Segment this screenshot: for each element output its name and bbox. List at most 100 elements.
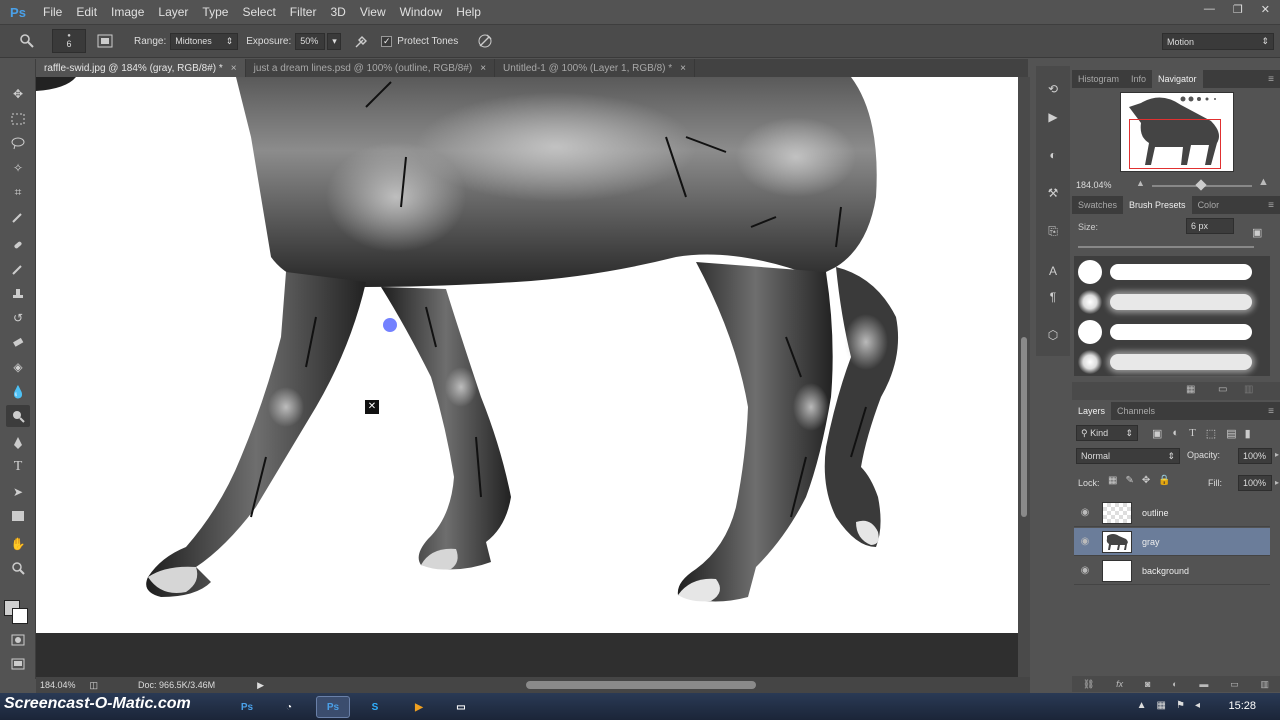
chevron-right-icon[interactable]: ▸ (1275, 478, 1279, 487)
menu-type[interactable]: Type (195, 5, 235, 19)
layer-row-background[interactable]: ◉ background (1074, 557, 1270, 585)
shape-filter-icon[interactable]: ⬚ (1206, 427, 1216, 440)
link-layers-icon[interactable]: ⛓ (1083, 679, 1094, 690)
clone-stamp-tool-icon[interactable] (6, 283, 30, 305)
menu-select[interactable]: Select (235, 5, 282, 19)
filter-toggle-icon[interactable]: ▮ (1245, 427, 1251, 440)
skype-taskbar-icon[interactable]: S (358, 696, 392, 718)
brush-preset-item[interactable] (1076, 348, 1266, 376)
horizontal-scroll-thumb[interactable] (526, 681, 756, 689)
menu-view[interactable]: View (353, 5, 393, 19)
browser-taskbar-icon[interactable]: ◔ (272, 696, 306, 718)
tab-just-a-dream-lines[interactable]: just a dream lines.psd @ 100% (outline, … (246, 59, 496, 77)
menu-layer[interactable]: Layer (151, 5, 195, 19)
status-menu-arrow-icon[interactable]: ▶ (257, 680, 264, 691)
panel-menu-icon[interactable]: ≡ (1268, 74, 1274, 85)
close-icon[interactable]: × (480, 63, 486, 74)
tray-network-icon[interactable]: ▦ (1157, 700, 1166, 711)
zoom-out-icon[interactable]: ▲ (1136, 178, 1145, 188)
tray-flag-icon[interactable]: ⚑ (1176, 700, 1185, 711)
tab-color[interactable]: Color (1192, 196, 1226, 214)
blur-tool-icon[interactable]: 💧 (6, 381, 30, 403)
tablet-pressure-icon[interactable] (474, 30, 496, 52)
blend-mode-select[interactable]: Normal ⇕ (1076, 448, 1180, 464)
delete-layer-icon[interactable]: ▥ (1261, 679, 1270, 690)
eye-icon[interactable]: ◉ (1074, 536, 1096, 547)
exposure-dropdown[interactable]: ▾ (327, 32, 342, 50)
tab-info[interactable]: Info (1125, 70, 1152, 88)
navigator-view-box[interactable] (1129, 119, 1221, 169)
tab-histogram[interactable]: Histogram (1072, 70, 1125, 88)
eraser-tool-icon[interactable] (6, 332, 30, 354)
restore-button[interactable]: ❐ (1233, 3, 1243, 16)
document-canvas[interactable]: ✕ (36, 77, 1018, 633)
quick-select-tool-icon[interactable]: ✧ (6, 157, 30, 179)
pen-tool-icon[interactable] (6, 432, 30, 454)
3d-panel-icon[interactable]: ⬡ (1044, 326, 1062, 344)
tray-arrow-icon[interactable]: ▲ (1137, 700, 1147, 711)
crop-tool-icon[interactable]: ⌗ (6, 181, 30, 203)
photoshop-taskbar-icon[interactable]: Ps (230, 696, 264, 718)
close-icon[interactable]: × (231, 63, 237, 74)
clock[interactable]: 15:28 (1228, 700, 1256, 712)
tab-untitled-1[interactable]: Untitled-1 @ 100% (Layer 1, RGB/8) * × (495, 59, 695, 77)
lock-transparent-icon[interactable]: ▦ (1108, 475, 1117, 486)
workspace-select[interactable]: Motion ⇕ (1162, 33, 1274, 50)
dodge-tool-icon[interactable] (6, 405, 30, 427)
vertical-scroll-thumb[interactable] (1021, 337, 1027, 517)
vertical-scrollbar[interactable] (1018, 77, 1030, 677)
brush-preset-item[interactable] (1076, 318, 1266, 346)
navigator-zoom[interactable]: 184.04% (1076, 180, 1112, 190)
tab-channels[interactable]: Channels (1111, 402, 1161, 420)
toggle-brush-panel-icon[interactable]: ▦ (1186, 384, 1195, 395)
background-color-swatch[interactable] (12, 608, 28, 624)
media-taskbar-icon[interactable]: ▶ (402, 696, 436, 718)
menu-edit[interactable]: Edit (69, 5, 104, 19)
healing-brush-tool-icon[interactable] (6, 234, 30, 256)
brush-panel-toggle-icon[interactable] (94, 30, 116, 52)
pixel-filter-icon[interactable]: ▣ (1152, 427, 1162, 440)
eye-icon[interactable]: ◉ (1074, 565, 1096, 576)
eye-icon[interactable]: ◉ (1074, 507, 1096, 518)
protect-tones-checkbox[interactable]: ✓ (381, 35, 393, 47)
airbrush-icon[interactable] (351, 30, 373, 52)
add-mask-icon[interactable]: ◙ (1145, 679, 1150, 689)
panel-menu-icon[interactable]: ≡ (1268, 200, 1274, 211)
path-selection-tool-icon[interactable]: ➤ (6, 481, 30, 503)
lock-image-icon[interactable]: ✎ (1125, 475, 1133, 486)
opacity-input[interactable]: 100% (1238, 448, 1272, 464)
brush-settings-icon[interactable]: ▣ (1252, 226, 1262, 239)
paragraph-panel-icon[interactable]: ¶ (1044, 288, 1062, 306)
lock-position-icon[interactable]: ✥ (1142, 475, 1150, 486)
close-window-button[interactable]: ✕ (1261, 3, 1270, 16)
clone-source-panel-icon[interactable]: ⎘ (1044, 222, 1062, 240)
zoom-level[interactable]: 184.04% (40, 680, 76, 690)
canvas-area[interactable]: ✕ (36, 77, 1018, 677)
tab-swatches[interactable]: Swatches (1072, 196, 1123, 214)
history-brush-tool-icon[interactable]: ↺ (6, 307, 30, 329)
menu-file[interactable]: File (36, 5, 69, 19)
range-select[interactable]: Midtones ⇕ (170, 32, 239, 50)
status-info-icon[interactable]: ◫ (90, 680, 99, 691)
layer-row-gray[interactable]: ◉ gray (1074, 528, 1270, 556)
minimize-button[interactable]: — (1204, 3, 1215, 16)
brush-size-slider[interactable] (1078, 246, 1254, 248)
fill-input[interactable]: 100% (1238, 475, 1272, 491)
new-adjustment-icon[interactable]: ◐ (1172, 679, 1177, 689)
tab-raffle-swid[interactable]: raffle-swid.jpg @ 184% (gray, RGB/8#) * × (36, 59, 246, 77)
rectangle-tool-icon[interactable] (6, 505, 30, 527)
eyedropper-tool-icon[interactable] (6, 206, 30, 228)
exposure-input[interactable]: 50% (295, 32, 326, 50)
zoom-in-icon[interactable]: ▲ (1258, 176, 1269, 188)
dodge-tool-preset-icon[interactable] (16, 30, 38, 52)
navigator-thumbnail[interactable] (1120, 92, 1234, 172)
navigator-zoom-knob[interactable] (1195, 179, 1207, 191)
filter-kind-select[interactable]: ⚲ Kind ⇕ (1076, 425, 1138, 441)
menu-window[interactable]: Window (393, 5, 450, 19)
paint-bucket-tool-icon[interactable]: ◈ (6, 356, 30, 378)
quick-mask-icon[interactable] (6, 629, 30, 651)
tool-presets-panel-icon[interactable]: ⚒ (1044, 184, 1062, 202)
lasso-tool-icon[interactable] (6, 132, 30, 154)
chevron-right-icon[interactable]: ▸ (1275, 450, 1279, 459)
menu-image[interactable]: Image (104, 5, 151, 19)
